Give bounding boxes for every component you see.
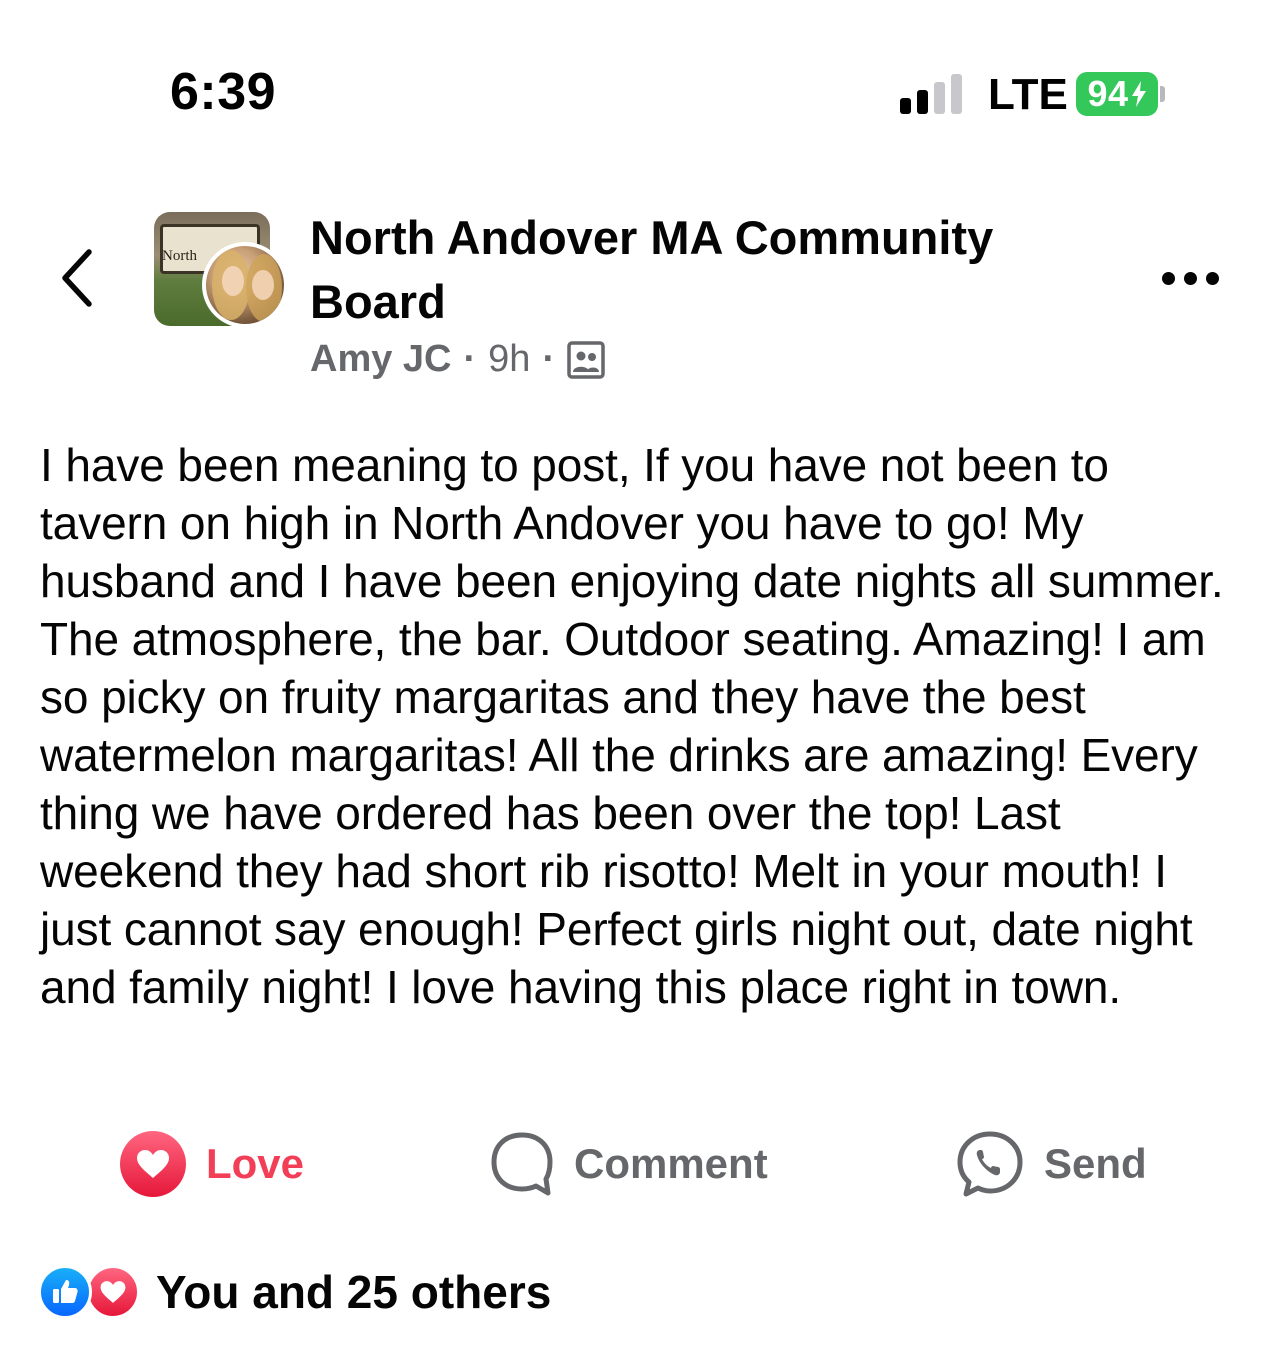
post-time[interactable]: 9h (488, 338, 530, 381)
more-options-button[interactable] (1150, 258, 1230, 298)
meta-separator: · (463, 338, 477, 380)
reaction-count: You and 25 others (156, 1266, 552, 1318)
love-button[interactable]: Love (120, 1126, 304, 1202)
meta-separator: · (542, 338, 556, 380)
post-text: I have been meaning to post, If you have… (40, 439, 1224, 1013)
group-members-icon (567, 340, 605, 379)
group-photo-sign-text: North (162, 248, 197, 264)
heart-icon (86, 1265, 140, 1319)
send-button[interactable]: Send (956, 1126, 1147, 1202)
post-actions-bar: Love Comment Send (0, 1126, 1265, 1202)
more-horizontal-icon (1161, 271, 1175, 285)
chevron-left-icon (62, 249, 92, 307)
reactions-summary[interactable]: You and 25 others (38, 1262, 551, 1322)
battery-nub (1160, 86, 1165, 102)
author-name-link[interactable]: Amy JC (310, 338, 452, 381)
send-label: Send (1044, 1140, 1147, 1187)
comment-button[interactable]: Comment (490, 1126, 768, 1202)
heart-icon (120, 1131, 186, 1197)
charging-bolt-icon (1131, 81, 1146, 107)
post-screen: 6:39 LTE 94 North North Andover MA Commu… (0, 0, 1265, 1358)
battery-level: 94 (1087, 73, 1129, 114)
comment-label: Comment (574, 1140, 768, 1187)
author-avatar[interactable] (202, 242, 288, 328)
love-label: Love (206, 1140, 305, 1187)
like-icon (38, 1265, 92, 1319)
battery-icon: 94 (1076, 72, 1158, 116)
back-button[interactable] (48, 242, 104, 314)
post-meta: Amy JC · 9h · (310, 338, 605, 381)
network-type: LTE (988, 70, 1068, 119)
messenger-send-icon (957, 1131, 1023, 1197)
status-time: 6:39 (170, 63, 277, 121)
comment-bubble-icon (491, 1132, 553, 1196)
group-name-link[interactable]: North Andover MA Community Board (310, 206, 1090, 334)
cellular-signal-icon (900, 74, 966, 114)
